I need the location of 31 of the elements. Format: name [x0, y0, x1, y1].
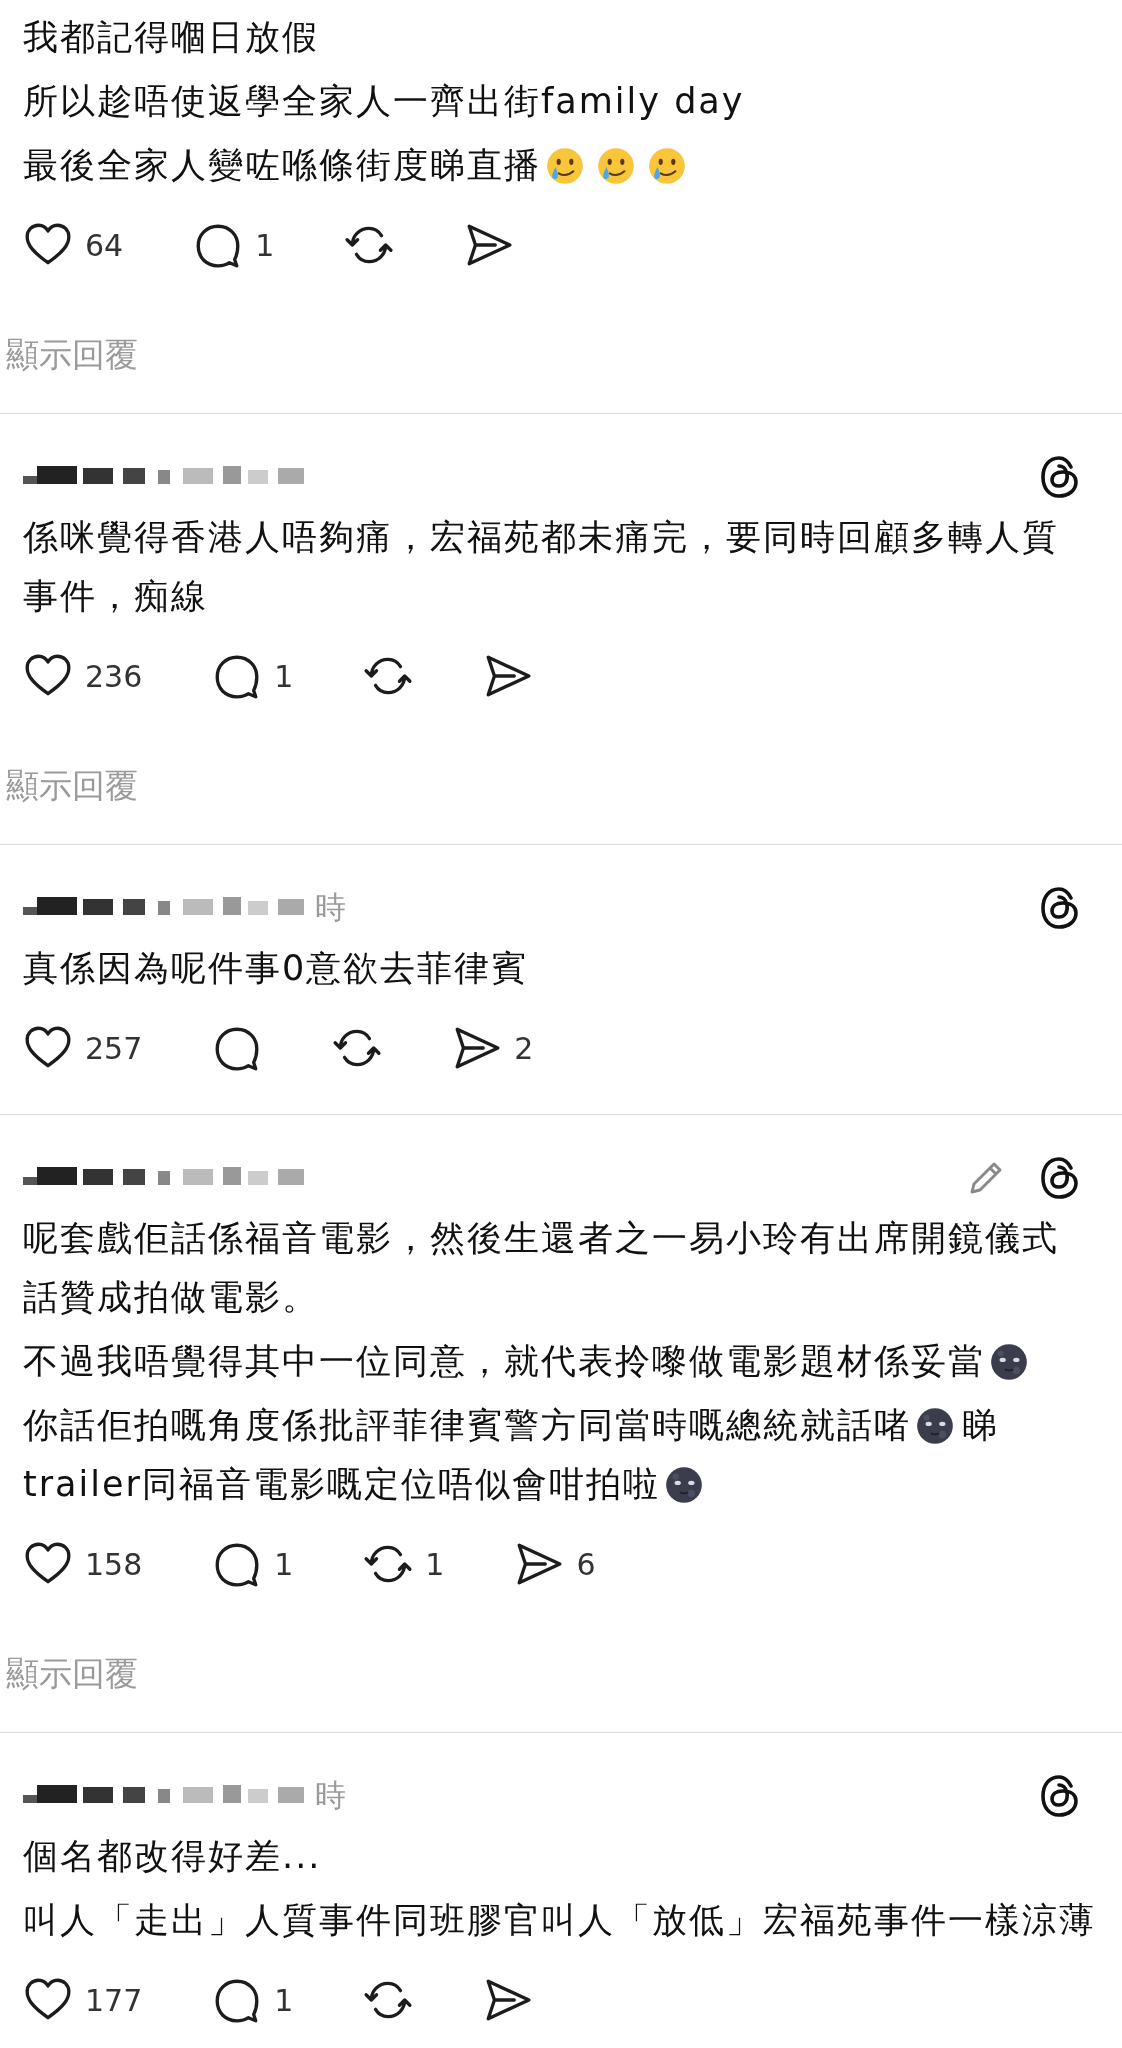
- like-count: 236: [85, 658, 143, 694]
- comment-count: 1: [255, 227, 275, 263]
- like-count: 257: [85, 1030, 143, 1066]
- post-text: 最後全家人變咗喺條街度睇直播: [23, 144, 541, 187]
- post-text: 所以趁唔使返學全家人一齊出街family day: [23, 80, 745, 123]
- share-count: 2: [514, 1030, 534, 1066]
- post-text: 我都記得嗰日放假: [23, 16, 319, 59]
- post-text: 睇: [962, 1404, 999, 1447]
- show-replies-link[interactable]: 顯示回覆: [6, 1654, 138, 1694]
- post-text: 你話佢拍嘅角度係批評菲律賓警方同當時嘅總統就話啫: [23, 1404, 911, 1447]
- like-count: 158: [85, 1546, 143, 1582]
- post-text: 事件，痴線: [23, 575, 208, 618]
- share-count: 6: [576, 1546, 596, 1582]
- show-replies-link[interactable]: 顯示回覆: [6, 335, 138, 375]
- post-text: 話贊成拍做電影。: [23, 1276, 319, 1319]
- post-time: 時: [315, 1776, 346, 1815]
- comment-count: 1: [274, 658, 294, 694]
- post-text: 不過我唔覺得其中一位同意，就代表拎嚟做電影題材係妥當: [23, 1340, 985, 1383]
- comment-count: 1: [274, 1546, 294, 1582]
- post-text: trailer同福音電影嘅定位唔似會咁拍啦: [23, 1463, 660, 1506]
- post-text: 叫人「走出」人質事件同班膠官叫人「放低」宏福苑事件一樣涼薄: [23, 1899, 1096, 1942]
- show-replies-link[interactable]: 顯示回覆: [6, 766, 138, 806]
- like-count: 64: [85, 227, 124, 263]
- post-text: 個名都改得好差...: [23, 1835, 322, 1878]
- comment-count: 1: [274, 1982, 294, 2018]
- post-text: 真係因為呢件事0意欲去菲律賓: [23, 947, 529, 990]
- post-text: 呢套戲佢話係福音電影，然後生還者之一易小玲有出席開鏡儀式: [23, 1217, 1059, 1260]
- like-count: 177: [85, 1982, 143, 2018]
- repost-count: 1: [425, 1546, 445, 1582]
- post-time: 時: [315, 888, 346, 927]
- post-text: 係咪覺得香港人唔夠痛，宏福苑都未痛完，要同時回顧多轉人質: [23, 516, 1059, 559]
